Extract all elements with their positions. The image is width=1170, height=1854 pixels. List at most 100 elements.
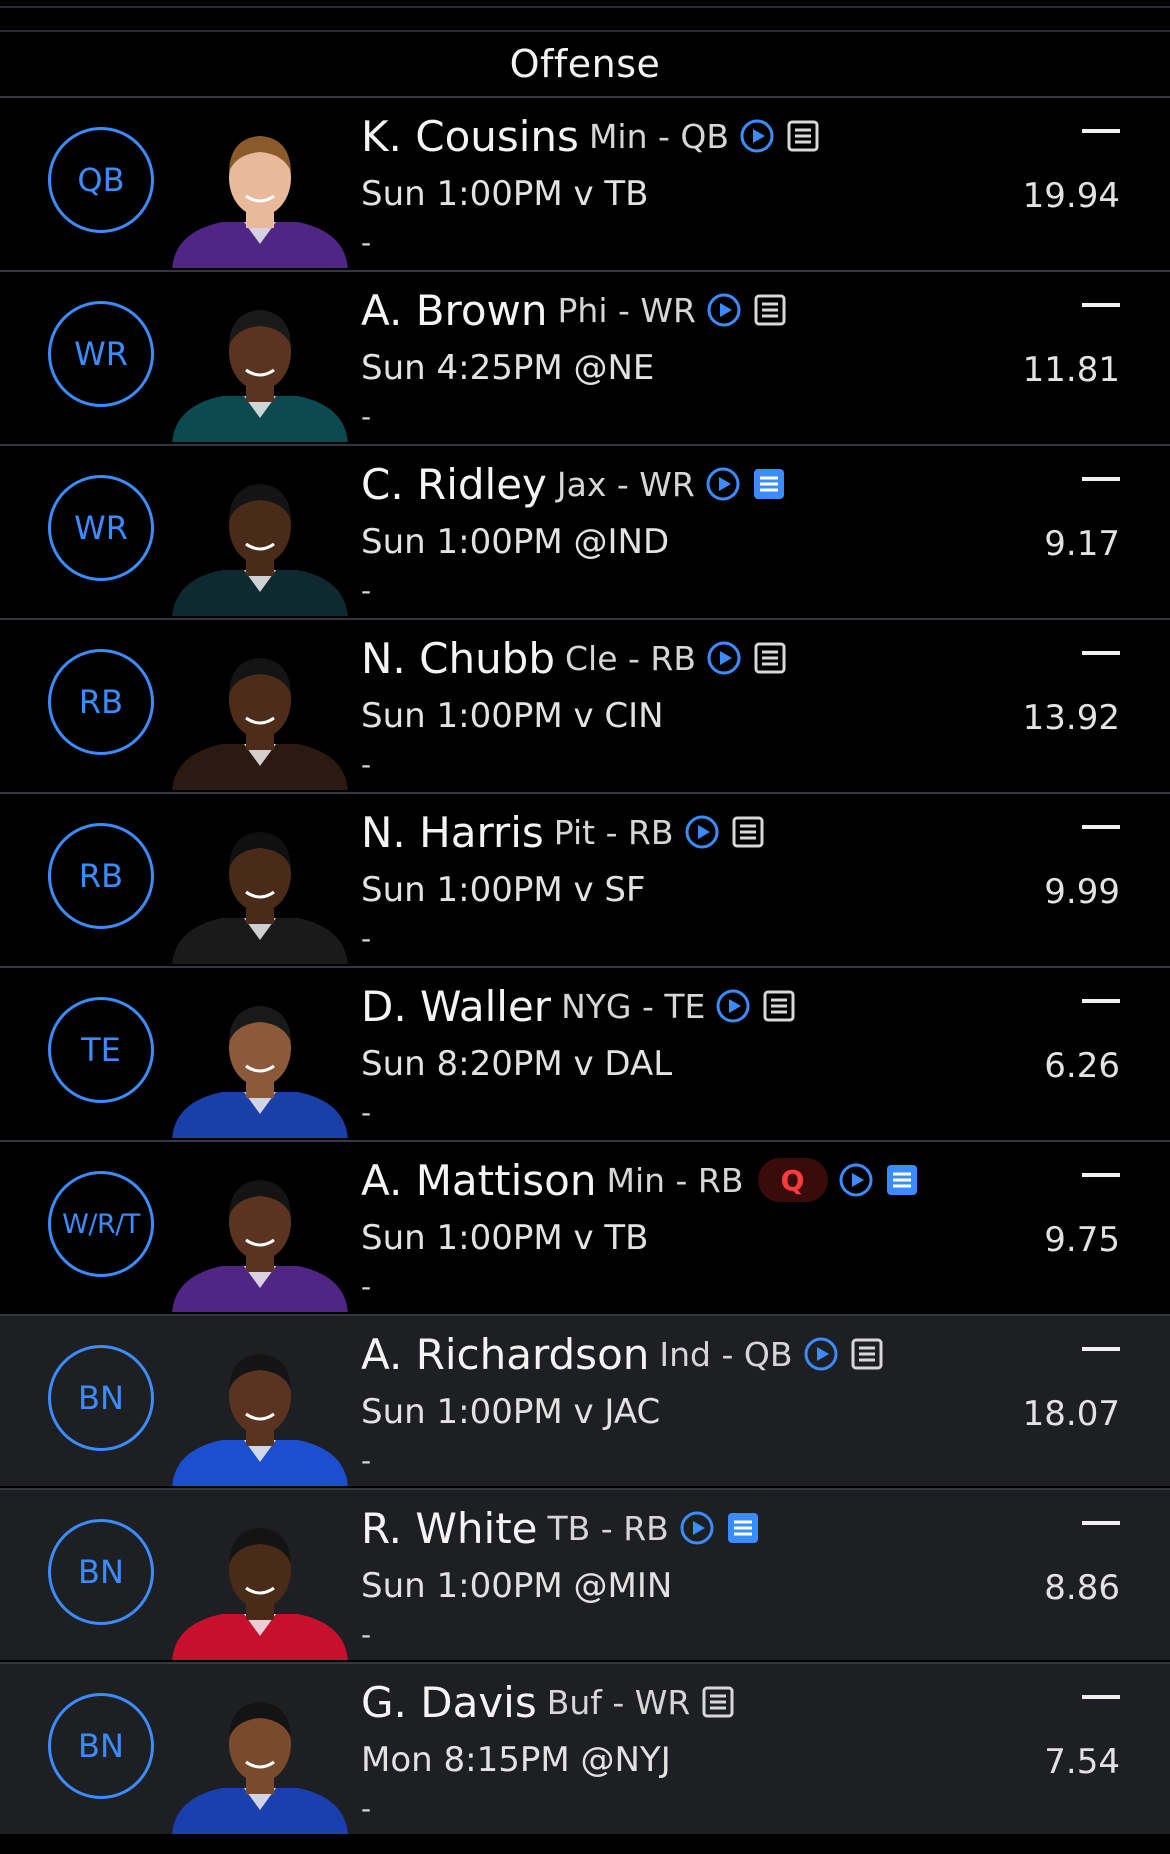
player-notes-icon[interactable]	[751, 988, 797, 1024]
player-name-link[interactable]: N. Chubb	[361, 634, 555, 683]
player-name-link[interactable]: R. White	[361, 1504, 538, 1553]
player-name-line: N. Harris Pit - RB	[361, 804, 766, 860]
player-name-line: C. Ridley Jax - WR	[361, 456, 787, 512]
video-play-icon[interactable]	[696, 640, 742, 676]
player-detail: -	[361, 748, 372, 781]
player-detail: -	[361, 1096, 372, 1129]
game-info: Sun 1:00PM v TB	[361, 1218, 649, 1258]
player-name-line: K. Cousins Min - QB	[361, 108, 821, 164]
game-info: Sun 1:00PM v SF	[361, 870, 646, 910]
player-name-line: N. Chubb Cle - RB	[361, 630, 788, 686]
position-slot-button[interactable]: WR	[48, 301, 154, 407]
player-row[interactable]: QB K. Cousins Min - QB Sun 1:00PM v TB - 19.9…	[0, 96, 1170, 268]
position-slot-button[interactable]: TE	[48, 997, 154, 1103]
player-name-link[interactable]: N. Harris	[361, 808, 544, 857]
projected-points: 18.07	[1022, 1394, 1120, 1434]
projected-points: 9.99	[1044, 872, 1120, 912]
player-notes-icon[interactable]	[720, 814, 766, 850]
position-slot-button[interactable]: QB	[48, 127, 154, 233]
team-position-label: Jax - WR	[556, 464, 695, 504]
game-info: Mon 8:15PM @NYJ	[361, 1740, 671, 1780]
player-row[interactable]: WR C. Ridley Jax - WR Sun 1:00PM @IND - 9.17	[0, 444, 1170, 616]
video-play-icon[interactable]	[696, 292, 742, 328]
player-notes-icon[interactable]	[742, 292, 788, 328]
player-detail: -	[361, 574, 372, 607]
section-title: Offense	[509, 42, 661, 86]
team-position-label: Ind - QB	[659, 1334, 793, 1374]
player-name-link[interactable]: A. Brown	[361, 286, 548, 335]
video-play-icon[interactable]	[793, 1336, 839, 1372]
player-row[interactable]: BN A. Richardson Ind - QB Sun 1:00PM v JAC -…	[0, 1314, 1170, 1486]
player-notes-icon[interactable]	[742, 640, 788, 676]
actual-points-dash	[1082, 651, 1120, 655]
video-play-icon[interactable]	[674, 814, 720, 850]
player-detail: -	[361, 1792, 372, 1825]
actual-points-dash	[1082, 1695, 1120, 1699]
game-info: Sun 4:25PM @NE	[361, 348, 655, 388]
player-row[interactable]: TE D. Waller NYG - TE Sun 8:20PM v DAL - 6.26	[0, 966, 1170, 1138]
player-row[interactable]: RB N. Chubb Cle - RB Sun 1:00PM v CIN - 13.92	[0, 618, 1170, 790]
divider	[0, 30, 1170, 32]
player-notes-icon[interactable]	[839, 1336, 885, 1372]
player-name-line: G. Davis Buf - WR	[361, 1674, 736, 1730]
game-info: Sun 1:00PM v JAC	[361, 1392, 661, 1432]
game-info: Sun 1:00PM v TB	[361, 174, 649, 214]
team-position-label: NYG - TE	[561, 986, 706, 1026]
divider	[0, 6, 1170, 8]
position-slot-button[interactable]: RB	[48, 823, 154, 929]
position-slot-button[interactable]: W/R/T	[48, 1171, 154, 1277]
player-row[interactable]: RB N. Harris Pit - RB Sun 1:00PM v SF - 9.99	[0, 792, 1170, 964]
player-row[interactable]: BN R. White TB - RB Sun 1:00PM @MIN - 8.86	[0, 1488, 1170, 1660]
player-row[interactable]: BN G. Davis Buf - WR Mon 8:15PM @NYJ - 7.54	[0, 1662, 1170, 1834]
actual-points-dash	[1082, 129, 1120, 133]
team-position-label: Pit - RB	[553, 812, 674, 852]
player-name-link[interactable]: D. Waller	[361, 982, 551, 1031]
player-name-link[interactable]: A. Richardson	[361, 1330, 649, 1379]
team-position-label: Min - RB	[606, 1160, 744, 1200]
player-notes-icon[interactable]	[874, 1162, 920, 1198]
team-position-label: Buf - WR	[546, 1682, 691, 1722]
position-slot-button[interactable]: WR	[48, 475, 154, 581]
player-notes-icon[interactable]	[741, 466, 787, 502]
player-name-line: A. Brown Phi - WR	[361, 282, 788, 338]
player-detail: -	[361, 1270, 372, 1303]
player-row[interactable]: W/R/T A. Mattison Min - RB Q Sun 1:00PM v TB…	[0, 1140, 1170, 1312]
video-play-icon[interactable]	[729, 118, 775, 154]
player-name-line: A. Mattison Min - RB Q	[361, 1152, 920, 1208]
position-slot-button[interactable]: BN	[48, 1345, 154, 1451]
projected-points: 9.75	[1044, 1220, 1120, 1260]
top-bar	[0, 0, 1170, 30]
player-name-link[interactable]: A. Mattison	[361, 1156, 596, 1205]
player-name-link[interactable]: G. Davis	[361, 1678, 537, 1727]
player-row[interactable]: WR A. Brown Phi - WR Sun 4:25PM @NE - 11.81	[0, 270, 1170, 442]
player-detail: -	[361, 1618, 372, 1651]
player-detail: -	[361, 400, 372, 433]
actual-points-dash	[1082, 477, 1120, 481]
injury-status-badge: Q	[757, 1158, 828, 1202]
game-info: Sun 1:00PM @IND	[361, 522, 670, 562]
projected-points: 6.26	[1044, 1046, 1120, 1086]
player-notes-icon[interactable]	[690, 1684, 736, 1720]
team-position-label: Min - QB	[588, 116, 729, 156]
player-name-link[interactable]: K. Cousins	[361, 112, 579, 161]
projected-points: 13.92	[1022, 698, 1120, 738]
video-play-icon[interactable]	[828, 1162, 874, 1198]
video-play-icon[interactable]	[695, 466, 741, 502]
projected-points: 9.17	[1044, 524, 1120, 564]
team-position-label: Phi - WR	[557, 290, 696, 330]
player-name-line: R. White TB - RB	[361, 1500, 761, 1556]
video-play-icon[interactable]	[669, 1510, 715, 1546]
video-play-icon[interactable]	[705, 988, 751, 1024]
position-slot-button[interactable]: BN	[48, 1519, 154, 1625]
actual-points-dash	[1082, 1521, 1120, 1525]
game-info: Sun 1:00PM v CIN	[361, 696, 664, 736]
actual-points-dash	[1082, 303, 1120, 307]
position-slot-button[interactable]: BN	[48, 1693, 154, 1799]
player-notes-icon[interactable]	[715, 1510, 761, 1546]
position-slot-button[interactable]: RB	[48, 649, 154, 755]
player-notes-icon[interactable]	[775, 118, 821, 154]
game-info: Sun 1:00PM @MIN	[361, 1566, 673, 1606]
player-name-link[interactable]: C. Ridley	[361, 460, 547, 509]
projected-points: 11.81	[1022, 350, 1120, 390]
actual-points-dash	[1082, 825, 1120, 829]
